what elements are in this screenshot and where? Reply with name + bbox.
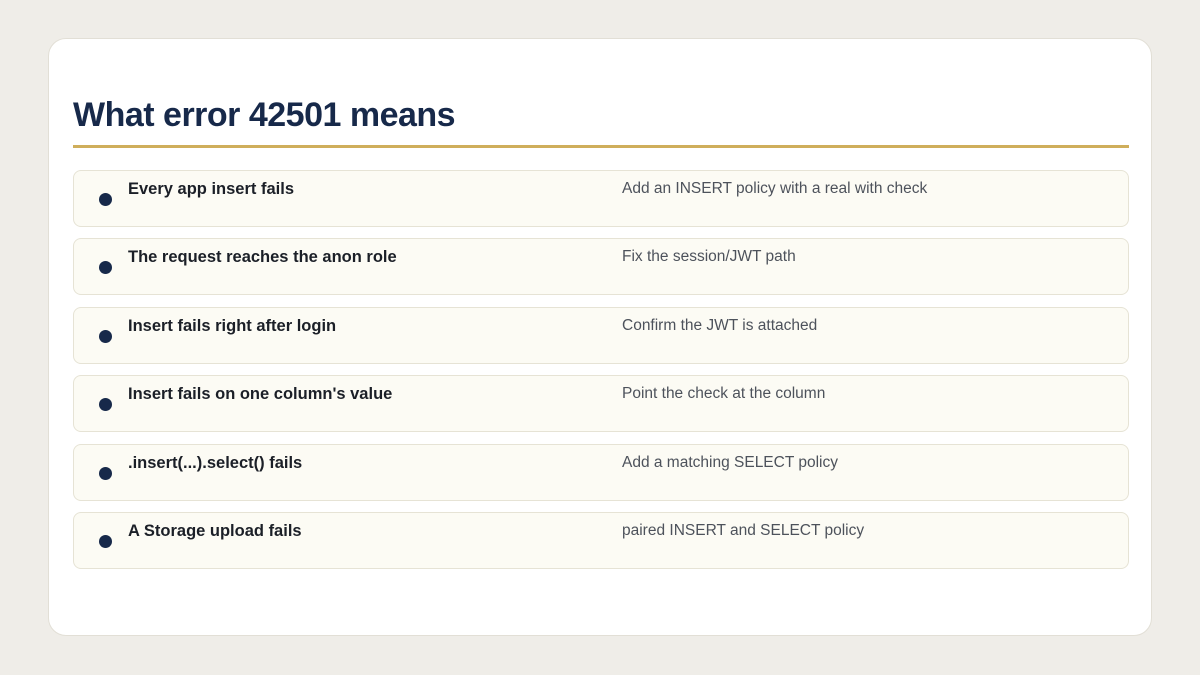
action-label: Confirm the JWT is attached — [622, 316, 818, 334]
action-label: Point the check at the column — [622, 385, 826, 403]
list-item: A Storage upload fails paired INSERT and… — [73, 511, 1129, 569]
list-item: Insert fails on one column's value Point… — [73, 375, 1129, 433]
bullet-dot-icon — [99, 466, 112, 480]
list-item: Every app insert fails Add an INSERT pol… — [73, 170, 1129, 227]
bullet-dot-icon — [99, 193, 112, 206]
symptom-label: Insert fails on one column's value — [128, 385, 393, 404]
action-label: paired INSERT and SELECT policy — [622, 521, 865, 539]
action-label: Fix the session/JWT path — [622, 248, 796, 266]
symptom-list: Every app insert fails Add an INSERT pol… — [73, 170, 1129, 580]
title-divider — [73, 145, 1129, 148]
symptom-label: Insert fails right after login — [128, 316, 337, 335]
symptom-label: Every app insert fails — [128, 180, 294, 198]
action-label: Add a matching SELECT policy — [622, 453, 838, 471]
list-item: Insert fails right after login Confirm t… — [73, 306, 1129, 364]
bullet-dot-icon — [99, 261, 112, 275]
symptom-label: The request reaches the anon role — [128, 248, 397, 267]
list-item: .insert(...).select() fails Add a matchi… — [73, 443, 1129, 501]
symptom-label: .insert(...).select() fails — [128, 453, 303, 472]
bullet-dot-icon — [99, 329, 112, 343]
bullet-dot-icon — [99, 534, 112, 548]
bullet-dot-icon — [99, 398, 112, 412]
action-label: Add an INSERT policy with a real with ch… — [622, 180, 928, 197]
list-item: The request reaches the anon role Fix th… — [73, 238, 1129, 296]
slide-card: What error 42501 means Every app insert … — [48, 38, 1152, 636]
page-title: What error 42501 means — [73, 96, 456, 134]
symptom-label: A Storage upload fails — [128, 521, 302, 540]
